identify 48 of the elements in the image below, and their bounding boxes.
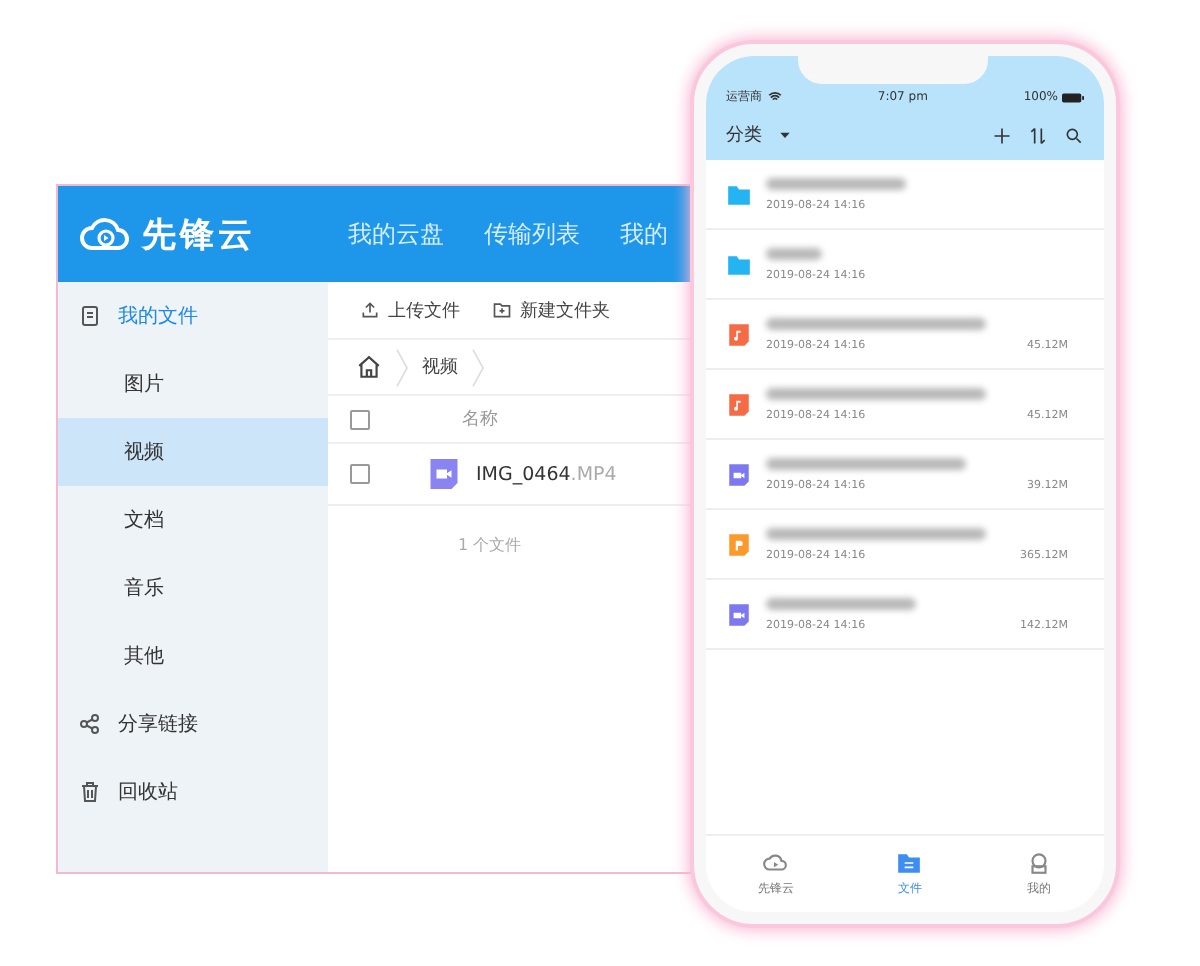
- sidebar-item[interactable]: 分享链接: [58, 690, 328, 758]
- folder-icon: [726, 181, 752, 207]
- file-name: IMG_0464.MP4: [476, 463, 617, 485]
- nav-tab[interactable]: 传输列表: [484, 217, 580, 251]
- video-file-icon: [426, 456, 462, 492]
- sidebar-item[interactable]: 图片: [58, 350, 328, 418]
- folder-icon: [896, 850, 923, 876]
- toolbar-button[interactable]: 上传文件: [360, 297, 460, 323]
- blurred-name-drawing: [766, 247, 822, 259]
- battery-icon: [1061, 91, 1084, 103]
- user-icon: [1026, 850, 1053, 876]
- wifi-icon: [768, 90, 782, 104]
- upload-icon: [360, 300, 380, 320]
- video-file-icon: [726, 601, 752, 627]
- category-dropdown[interactable]: 分类: [726, 122, 762, 148]
- sidebar-item[interactable]: 我的文件: [58, 282, 328, 350]
- select-all-checkbox[interactable]: [350, 409, 370, 429]
- row-checkbox[interactable]: [350, 464, 370, 484]
- sidebar-item[interactable]: 回收站: [58, 758, 328, 826]
- new-folder-icon: [492, 300, 512, 320]
- share-icon: [78, 712, 102, 736]
- nav-tab[interactable]: 我的云盘: [348, 217, 444, 251]
- breadcrumb-item[interactable]: 视频: [422, 354, 458, 380]
- file-count: 1 个文件: [456, 534, 524, 556]
- trash-icon: [78, 780, 102, 804]
- caret-icon: [778, 128, 792, 142]
- plus-icon: [992, 125, 1012, 145]
- chevron-icon: [394, 347, 410, 387]
- chevron-icon: [470, 347, 486, 387]
- cloud-icon: [762, 850, 789, 876]
- sidebar-item[interactable]: 文档: [58, 486, 328, 554]
- column-header: 名称: [462, 407, 498, 432]
- folder-icon: [726, 251, 752, 277]
- blurred-name-drawing: [766, 177, 906, 189]
- toolbar-button[interactable]: 新建文件夹: [492, 297, 610, 323]
- search-icon: [1064, 125, 1084, 145]
- nav-tab[interactable]: 我的: [620, 217, 668, 251]
- audio-file-icon: [726, 391, 752, 417]
- home-icon: [356, 354, 382, 380]
- sidebar-item[interactable]: 音乐: [58, 554, 328, 622]
- audio-file-icon: [726, 321, 752, 347]
- sidebar-item[interactable]: 视频: [58, 418, 328, 486]
- sidebar-item[interactable]: 其他: [58, 622, 328, 690]
- document-icon: [78, 304, 102, 328]
- logo-text: 先锋云: [142, 213, 256, 257]
- document-file-icon: [726, 531, 752, 557]
- video-file-icon: [726, 461, 752, 487]
- sort-icon: [1028, 125, 1048, 145]
